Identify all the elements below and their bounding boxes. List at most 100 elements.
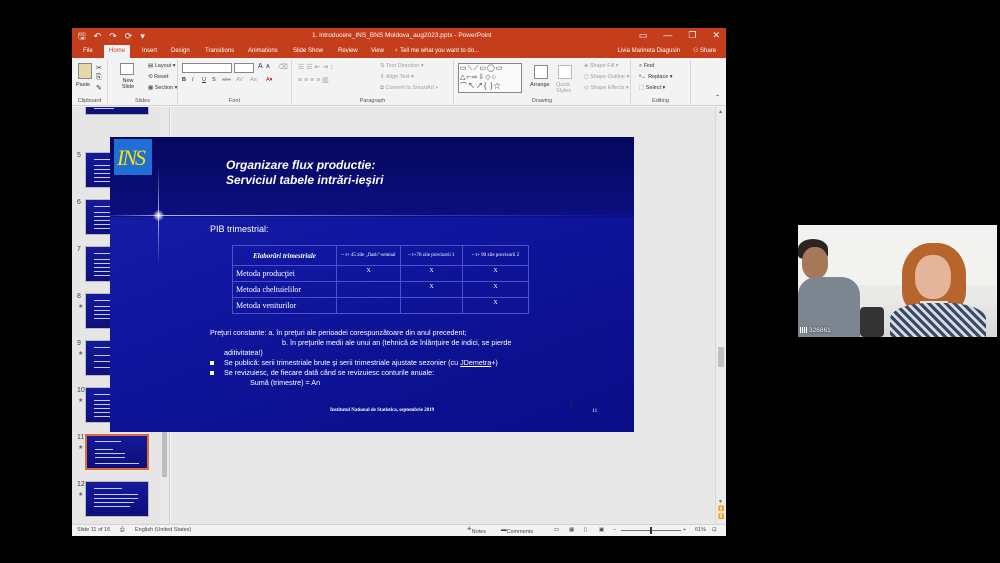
- minimize-icon[interactable]: —: [663, 30, 672, 41]
- jdemetra-link[interactable]: JDemetra: [460, 358, 491, 367]
- paste-button[interactable]: Paste: [76, 82, 90, 88]
- editor-scrollbar[interactable]: ▲ ▼ ⏫ ⏬: [715, 107, 726, 524]
- select-button[interactable]: ⬚ Select ▾: [639, 85, 665, 91]
- restore-icon[interactable]: ❐: [688, 30, 696, 41]
- text-direction-button[interactable]: ⇅ Text Direction ▾: [380, 63, 424, 69]
- fit-slide-icon[interactable]: ⊡: [712, 527, 717, 533]
- tab-home[interactable]: Home: [104, 45, 131, 58]
- tab-insert[interactable]: Insert: [137, 45, 162, 58]
- table-cell: X: [336, 265, 401, 282]
- table-header: Elaborări trimestriale: [232, 245, 337, 266]
- language-indicator[interactable]: English (United States): [135, 527, 191, 533]
- shape-effects-button[interactable]: ◎ Shape Effects ▾: [584, 85, 629, 91]
- table-cell: [400, 297, 463, 314]
- section-button[interactable]: ▦ Section ▾: [148, 85, 177, 91]
- notes-button[interactable]: ≜ Notes: [467, 527, 486, 535]
- spellcheck-icon[interactable]: ⎙: [120, 527, 124, 534]
- drawing-label: Drawing: [531, 98, 553, 104]
- zoom-level[interactable]: 61%: [695, 527, 706, 533]
- change-case-button[interactable]: Aa: [250, 77, 257, 83]
- customize-qat-icon[interactable]: ▾: [140, 31, 145, 41]
- zoom-out-icon[interactable]: −: [613, 527, 616, 533]
- normal-view-icon[interactable]: ▭: [554, 527, 559, 533]
- quick-styles-button[interactable]: Quick Styles: [556, 82, 578, 94]
- slide-subtitle[interactable]: PIB trimestrial:: [210, 224, 269, 234]
- tab-view[interactable]: View: [366, 45, 389, 58]
- bullets-icon[interactable]: ☰ ☰ ⇤ ⇥ ↕: [298, 63, 334, 71]
- close-icon[interactable]: ✕: [712, 30, 720, 41]
- quick-styles-icon[interactable]: [558, 65, 572, 79]
- italic-button[interactable]: I: [192, 77, 194, 83]
- copy-icon[interactable]: ⎘: [96, 74, 102, 82]
- scrollbar-thumb[interactable]: [718, 347, 724, 367]
- underline-button[interactable]: U: [202, 77, 206, 83]
- participant-video-tile[interactable]: 326861: [798, 225, 997, 337]
- slide-sorter-icon[interactable]: ▦: [569, 527, 574, 533]
- shape-fill-button[interactable]: ◈ Shape Fill ▾: [584, 63, 619, 69]
- shape-outline-button[interactable]: ◻ Shape Outline ▾: [584, 74, 629, 80]
- slide-title[interactable]: Organizare flux productie: Serviciul tab…: [226, 158, 383, 188]
- undo-icon[interactable]: ↶: [94, 31, 102, 41]
- shadow-button[interactable]: S: [212, 77, 216, 83]
- font-color-icon[interactable]: A▾: [266, 77, 272, 83]
- font-size-box[interactable]: [234, 63, 254, 73]
- new-slide-icon[interactable]: [120, 63, 134, 75]
- arrange-button[interactable]: Arrange: [530, 82, 550, 88]
- save-icon[interactable]: 🖫: [78, 31, 86, 41]
- thumbnail-slide-11[interactable]: 11 ★: [72, 434, 162, 476]
- clear-format-icon[interactable]: ⌫: [278, 63, 288, 71]
- format-painter-icon[interactable]: ✎: [96, 84, 102, 92]
- reset-button[interactable]: ⟲ Reset: [148, 74, 169, 80]
- arrange-icon[interactable]: [534, 65, 548, 79]
- tab-design[interactable]: Design: [166, 45, 195, 58]
- shrink-font-button[interactable]: A: [266, 64, 270, 70]
- bold-button[interactable]: B: [182, 77, 186, 83]
- font-name-box[interactable]: [182, 63, 232, 73]
- previous-slide-icon[interactable]: ⏫: [718, 506, 724, 512]
- elaborations-table[interactable]: Elaborări trimestriale ~ t+ 45 zile „fla…: [232, 245, 529, 314]
- tell-me-text: Tell me what you want to do...: [400, 48, 480, 54]
- thumbnail-slide-12[interactable]: 12 ★: [72, 481, 162, 523]
- table-row-label: Metoda veniturilor: [232, 297, 337, 314]
- tab-slide-show[interactable]: Slide Show: [288, 45, 328, 58]
- find-button[interactable]: ⌕ Find: [639, 63, 654, 70]
- scroll-down-icon[interactable]: ▼: [718, 499, 723, 505]
- slide-number: 11: [592, 408, 598, 414]
- share-button[interactable]: ⚇ Share: [693, 45, 716, 58]
- thumbnail-number: 6: [77, 199, 81, 206]
- new-slide-button[interactable]: New Slide: [116, 78, 140, 90]
- grow-font-button[interactable]: A: [258, 63, 263, 70]
- clipboard-icon[interactable]: [78, 63, 92, 79]
- redo-icon[interactable]: ↷: [109, 31, 117, 41]
- strikethrough-button[interactable]: abc: [222, 77, 231, 83]
- thumbnail-slide-4[interactable]: [72, 107, 162, 121]
- slideshow-icon[interactable]: ▣: [599, 527, 604, 533]
- layout-button[interactable]: ▤ Layout ▾: [148, 63, 176, 69]
- ribbon-display-icon[interactable]: ▭: [639, 30, 648, 41]
- comments-button[interactable]: ▬ Comments: [501, 527, 533, 535]
- tab-review[interactable]: Review: [333, 45, 363, 58]
- collapse-ribbon-icon[interactable]: ⌃: [715, 94, 720, 101]
- zoom-slider-thumb[interactable]: [650, 527, 652, 534]
- smartart-button[interactable]: ⧉ Convert to SmartArt ▾: [380, 85, 438, 92]
- char-spacing-button[interactable]: AV: [236, 77, 243, 83]
- tab-animations[interactable]: Animations: [243, 45, 283, 58]
- cut-icon[interactable]: ✂: [96, 64, 102, 72]
- zoom-in-icon[interactable]: +: [683, 527, 686, 533]
- repeat-icon[interactable]: ⟳: [125, 31, 133, 41]
- current-slide[interactable]: INS Organizare flux productie: Serviciul…: [110, 137, 634, 432]
- next-slide-icon[interactable]: ⏬: [718, 514, 724, 520]
- align-icons[interactable]: ≡ ≡ ≡ ≡ ▥: [298, 76, 329, 84]
- logo-text: INS: [117, 145, 146, 170]
- replace-button[interactable]: ᵃ↔ Replace ▾: [639, 74, 673, 80]
- align-text-button[interactable]: ⇕ Align Text ▾: [380, 74, 414, 80]
- slide-counter: Slide 11 of 16: [77, 527, 111, 533]
- tab-file[interactable]: File: [78, 45, 98, 58]
- light-flare-icon: [153, 210, 164, 221]
- thumbnail-number: 8: [77, 293, 81, 300]
- tab-transitions[interactable]: Transitions: [200, 45, 239, 58]
- scroll-up-icon[interactable]: ▲: [718, 109, 723, 115]
- tell-me-search[interactable]: ♀ Tell me what you want to do...: [394, 45, 479, 58]
- user-name[interactable]: Livia Marineta Diagusin: [618, 45, 680, 58]
- reading-view-icon[interactable]: ▯: [584, 527, 587, 533]
